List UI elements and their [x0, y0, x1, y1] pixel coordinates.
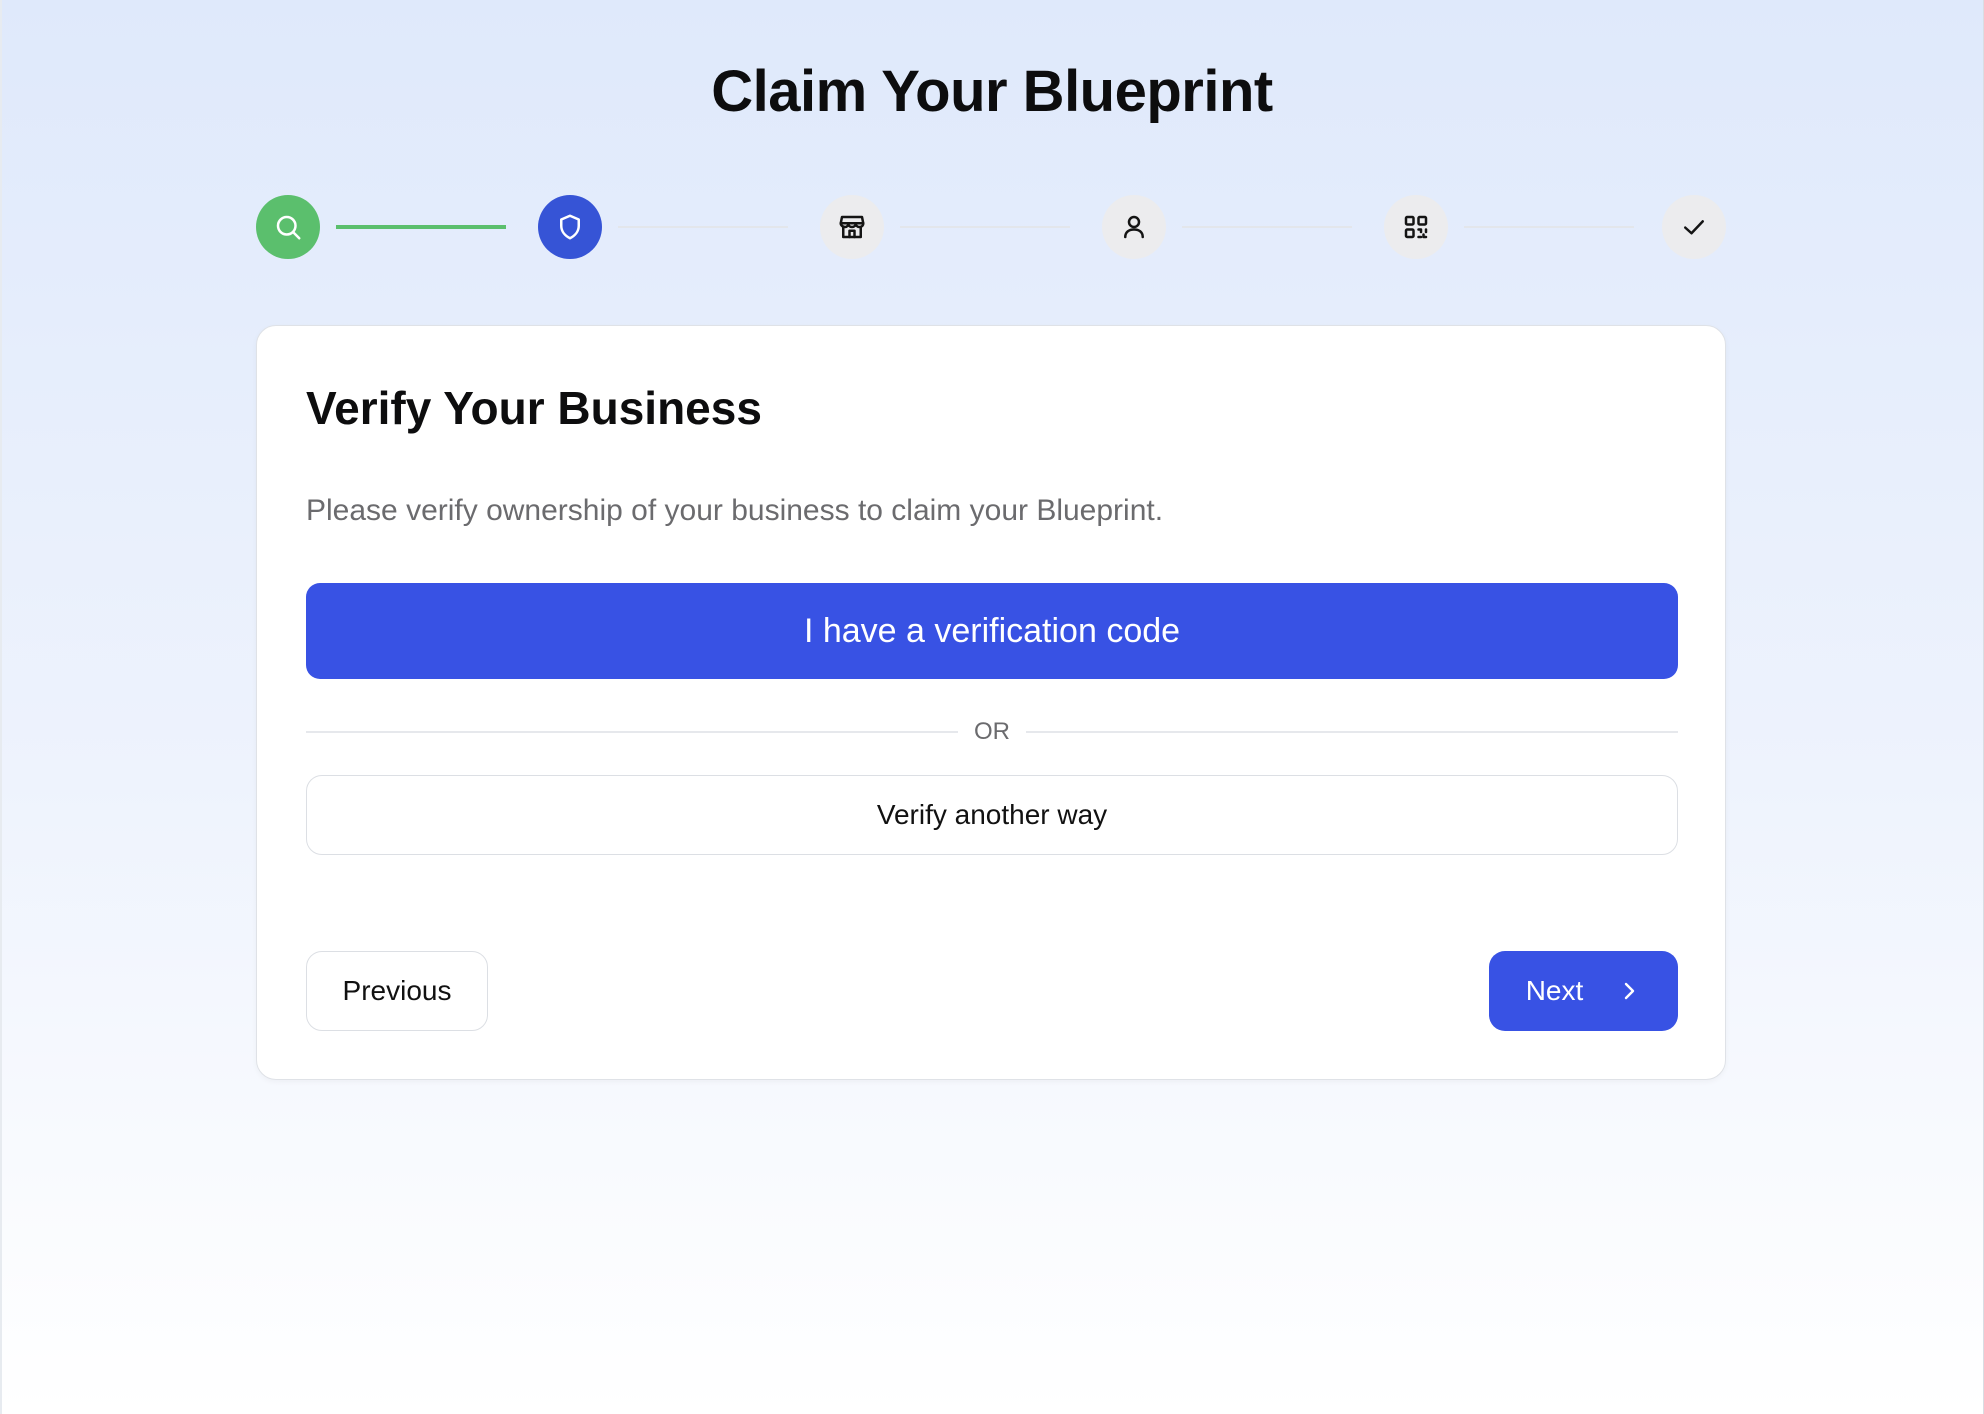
- step-connector-5: [1464, 226, 1634, 228]
- divider-text: OR: [974, 718, 1010, 745]
- step-qr[interactable]: [1384, 195, 1448, 259]
- verification-code-button[interactable]: I have a verification code: [306, 583, 1678, 679]
- chevron-right-icon: [1625, 982, 1635, 1000]
- step-verify[interactable]: [538, 195, 602, 259]
- step-connector-2: [618, 226, 788, 228]
- step-connector-4: [1182, 226, 1352, 228]
- shield-icon: [560, 214, 580, 240]
- step-account[interactable]: [1102, 195, 1166, 259]
- step-complete[interactable]: [1662, 195, 1726, 259]
- step-business[interactable]: [820, 195, 884, 259]
- divider-line-left: [306, 731, 958, 733]
- divider-line-right: [1026, 731, 1678, 733]
- next-button-label: Next: [1525, 975, 1584, 1006]
- or-divider: OR: [306, 714, 1678, 750]
- qr-code-icon: [1404, 215, 1428, 239]
- step-connector-3: [900, 226, 1070, 228]
- store-icon: [839, 215, 865, 239]
- verify-card: Verify Your Business Please verify owner…: [256, 325, 1726, 1080]
- progress-stepper: [256, 195, 1726, 259]
- search-icon: [276, 215, 301, 240]
- page-title: Claim Your Blueprint: [711, 59, 1273, 124]
- verify-another-way-button[interactable]: Verify another way: [306, 775, 1678, 855]
- next-button[interactable]: Next: [1489, 951, 1678, 1031]
- step-connector-1: [336, 225, 506, 229]
- check-icon: [1684, 220, 1704, 235]
- step-search[interactable]: [256, 195, 320, 259]
- previous-button[interactable]: Previous: [306, 951, 488, 1031]
- card-description: Please verify ownership of your business…: [306, 494, 1164, 527]
- card-title: Verify Your Business: [306, 382, 762, 434]
- user-icon: [1124, 215, 1144, 239]
- page-edge-left: [0, 0, 2, 1414]
